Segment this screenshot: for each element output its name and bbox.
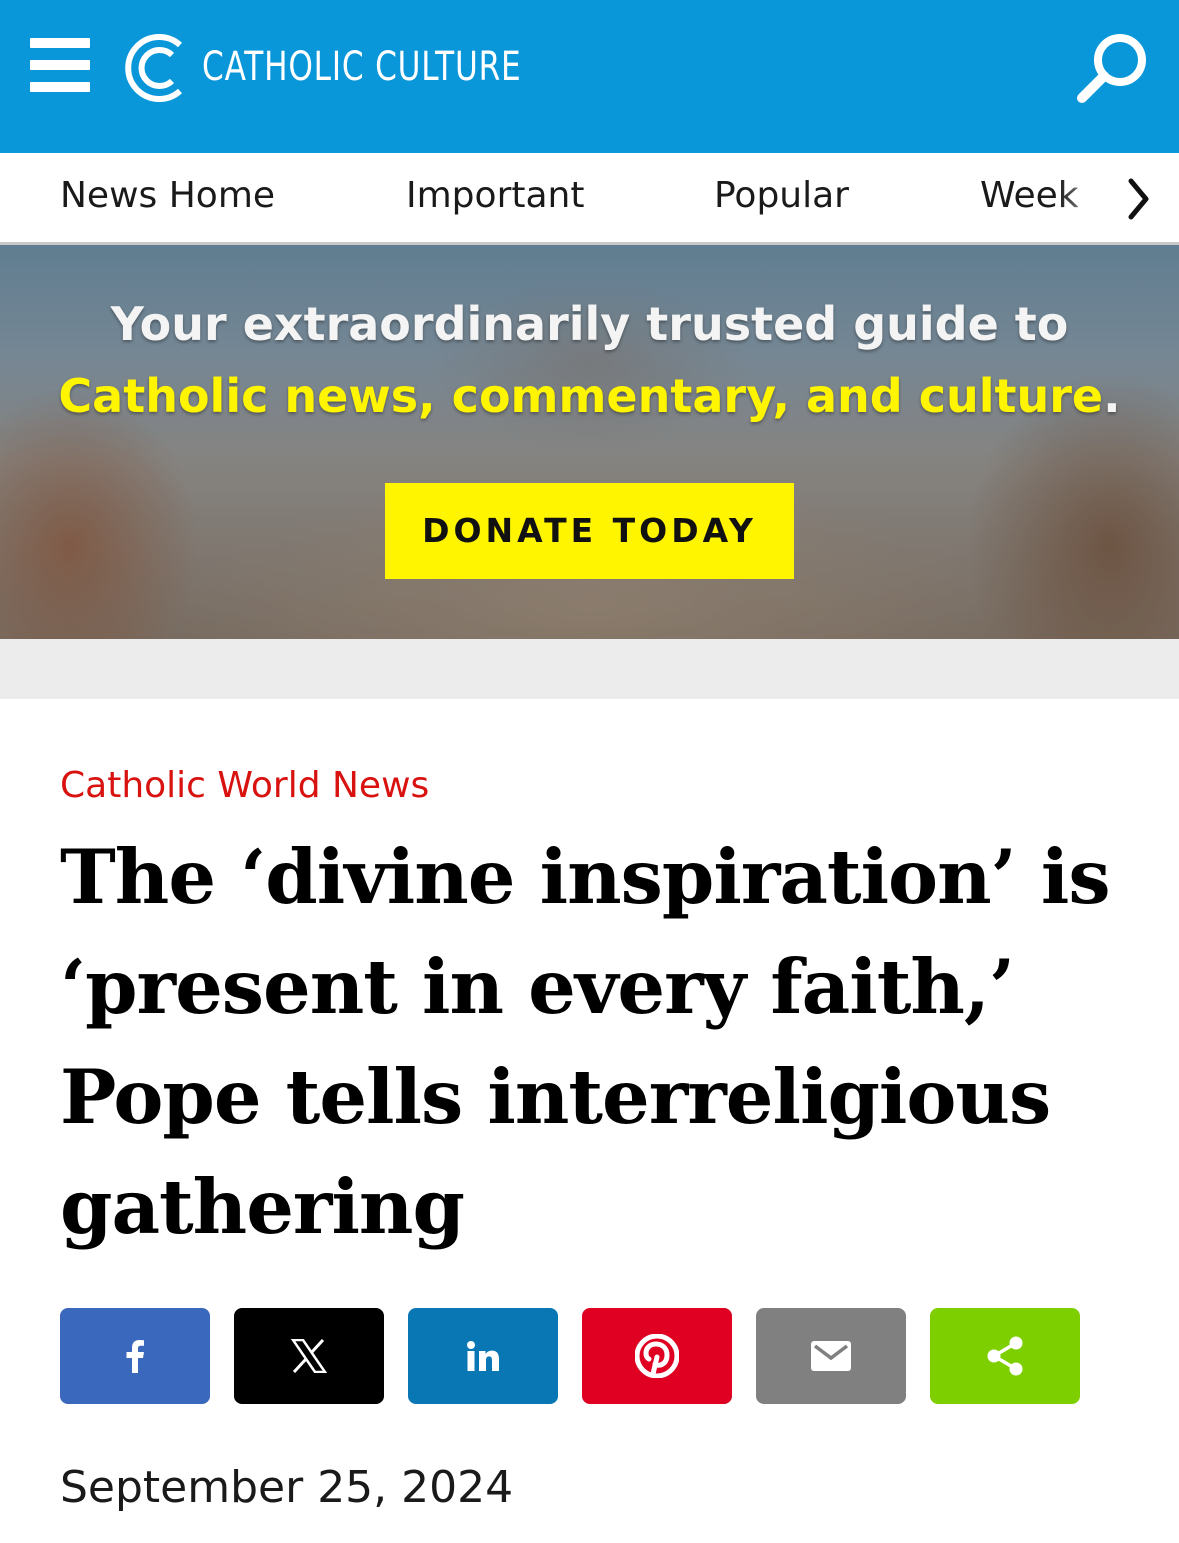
- article-headline: The ‘divine inspiration’ is ‘present in …: [60, 833, 1111, 1251]
- section-tabs: News Home Important Popular Week: [0, 153, 1179, 245]
- hero-tagline-period: .: [1103, 369, 1121, 423]
- search-icon[interactable]: [1070, 28, 1154, 108]
- tabs-scroll-next-button[interactable]: [1101, 153, 1179, 241]
- pinterest-icon: [635, 1334, 679, 1378]
- site-header: CATHOLIC CULTURE: [0, 0, 1179, 153]
- share-linkedin-button[interactable]: [408, 1308, 558, 1404]
- chevron-right-icon: [1128, 178, 1149, 220]
- x-twitter-icon: [291, 1339, 327, 1373]
- catholic-culture-logo-icon[interactable]: [122, 31, 188, 105]
- hamburger-menu-icon[interactable]: [30, 38, 90, 94]
- share-icon: [987, 1336, 1023, 1376]
- article-category-link[interactable]: Catholic World News: [60, 765, 429, 806]
- tab-popular[interactable]: Popular: [714, 175, 849, 216]
- hero-tagline-line2: Catholic news, commentary, and culture.: [0, 369, 1179, 423]
- share-more-button[interactable]: [930, 1308, 1080, 1404]
- tab-important[interactable]: Important: [406, 175, 584, 216]
- section-divider-band: [0, 639, 1179, 699]
- facebook-icon: [126, 1340, 144, 1373]
- share-buttons-row: [60, 1308, 1080, 1404]
- article-date: September 25, 2024: [60, 1462, 514, 1513]
- share-email-button[interactable]: [756, 1308, 906, 1404]
- site-logo-text[interactable]: CATHOLIC CULTURE: [202, 44, 522, 90]
- share-facebook-button[interactable]: [60, 1308, 210, 1404]
- donation-hero-banner: Your extraordinarily trusted guide to Ca…: [0, 245, 1179, 639]
- hero-tagline-line1: Your extraordinarily trusted guide to: [110, 297, 1069, 351]
- donate-today-button[interactable]: DONATE TODAY: [385, 483, 794, 579]
- linkedin-icon: [467, 1341, 499, 1371]
- tab-news-home[interactable]: News Home: [60, 175, 275, 216]
- hero-tagline-highlight: Catholic news, commentary, and culture: [58, 369, 1104, 423]
- share-pinterest-button[interactable]: [582, 1308, 732, 1404]
- email-icon: [811, 1341, 851, 1371]
- share-x-button[interactable]: [234, 1308, 384, 1404]
